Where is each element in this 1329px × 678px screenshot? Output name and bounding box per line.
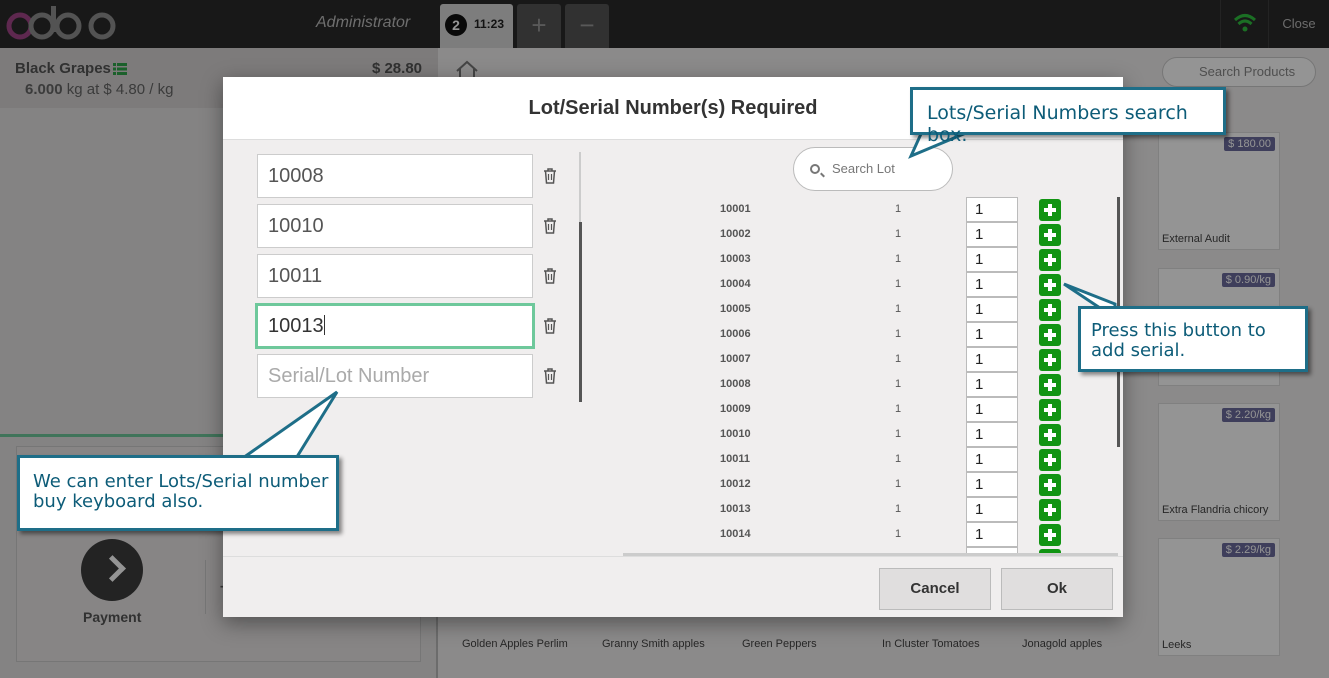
trash-icon[interactable] (543, 168, 557, 184)
lot-row: 10014 1 1 (623, 522, 1123, 547)
cancel-button[interactable]: Cancel (879, 568, 991, 610)
lot-row: 10011 1 1 (623, 447, 1123, 472)
lot-row: 10005 1 1 (623, 297, 1123, 322)
lot-qty-input[interactable]: 1 (966, 197, 1018, 222)
lot-name: 10002 (720, 228, 751, 240)
callout-text: add serial. (1091, 340, 1186, 361)
trash-icon[interactable] (543, 268, 557, 284)
add-lot-button[interactable] (1039, 324, 1061, 346)
add-lot-button[interactable] (1039, 449, 1061, 471)
lot-available-qty: 1 (895, 403, 902, 415)
lot-available-qty: 1 (895, 303, 902, 315)
lot-name: 10009 (720, 403, 751, 415)
lot-row: 10010 1 1 (623, 422, 1123, 447)
lot-qty-input[interactable]: 1 (966, 322, 1018, 347)
text-cursor (323, 315, 325, 335)
lot-name: 10014 (720, 528, 751, 540)
lot-name: 10011 (720, 453, 750, 465)
lot-name: 10006 (720, 328, 751, 340)
lot-available-qty: 1 (895, 378, 902, 390)
lot-name: 10001 (720, 203, 751, 215)
callout-add-button: Press this button to add serial. (1078, 306, 1308, 372)
search-lot-placeholder: Search Lot (832, 161, 895, 176)
lot-name: 10010 (720, 428, 751, 440)
add-lot-button[interactable] (1039, 299, 1061, 321)
lot-qty-input[interactable]: 1 (966, 272, 1018, 297)
lot-available-qty: 1 (895, 278, 902, 290)
add-lot-button[interactable] (1039, 474, 1061, 496)
lot-qty-input[interactable]: 1 (966, 222, 1018, 247)
lot-entry-input[interactable]: 10011 (257, 254, 533, 298)
lot-entry-value: 10013 (268, 315, 324, 337)
callout-search-box: Lots/Serial Numbers search box. (910, 87, 1226, 146)
trash-icon[interactable] (543, 368, 557, 384)
add-lot-button[interactable] (1039, 524, 1061, 546)
lot-qty-input[interactable]: 1 (966, 372, 1018, 397)
lot-name: 10007 (720, 353, 751, 365)
lot-row: 10006 1 1 (623, 322, 1123, 347)
lot-row: 10002 1 1 (623, 222, 1123, 247)
lot-available-qty: 1 (895, 478, 902, 490)
lot-qty-input[interactable]: 1 (966, 397, 1018, 422)
lot-available-qty: 1 (895, 253, 902, 265)
dialog-footer: Cancel Ok (223, 556, 1123, 617)
lot-entry-input-active[interactable]: 10013 (255, 303, 535, 349)
callout-text: Press this button to (1091, 320, 1266, 341)
add-lot-button[interactable] (1039, 349, 1061, 371)
lot-name: 10012 (720, 478, 751, 490)
lot-available-qty: 1 (895, 453, 902, 465)
lot-available-qty: 1 (895, 328, 902, 340)
lot-name: 10013 (720, 503, 751, 515)
lot-available-qty: 1 (895, 228, 902, 240)
add-lot-button[interactable] (1039, 374, 1061, 396)
lot-qty-input[interactable]: 1 (966, 297, 1018, 322)
lot-available-qty: 1 (895, 528, 902, 540)
lot-qty-input[interactable]: 1 (966, 422, 1018, 447)
search-icon (810, 164, 820, 174)
add-lot-button[interactable] (1039, 249, 1061, 271)
callout-text: buy keyboard also. (33, 491, 204, 512)
lot-row: 10004 1 1 (623, 272, 1123, 297)
lot-available-qty: 1 (895, 428, 902, 440)
lot-row: 10001 1 1 (623, 197, 1123, 222)
lot-row: 10003 1 1 (623, 247, 1123, 272)
callout-keyboard: We can enter Lots/Serial number buy keyb… (17, 455, 339, 531)
lot-qty-input[interactable]: 1 (966, 472, 1018, 497)
lot-name: 10005 (720, 303, 751, 315)
callout-text: We can enter Lots/Serial number (33, 471, 329, 492)
lot-list: 10001 1 1 10002 1 1 10003 1 1 10004 1 1 10005 1 1 10006… (623, 197, 1123, 553)
lot-name: 10003 (720, 253, 751, 265)
lot-qty-input[interactable]: 1 (966, 247, 1018, 272)
lot-row: 10007 1 1 (623, 347, 1123, 372)
lot-available-qty: 1 (895, 203, 902, 215)
lot-entry-input[interactable]: 10008 (257, 154, 533, 198)
add-lot-button[interactable] (1039, 424, 1061, 446)
scrollbar-thumb[interactable] (579, 222, 582, 402)
lot-qty-input[interactable]: 1 (966, 522, 1018, 547)
lot-available-qty: 1 (895, 503, 902, 515)
add-lot-button[interactable] (1039, 274, 1061, 296)
add-lot-button[interactable] (1039, 399, 1061, 421)
add-lot-button[interactable] (1039, 199, 1061, 221)
lot-entry-input[interactable]: 10010 (257, 204, 533, 248)
lot-name: 10004 (720, 278, 751, 290)
lot-name: 10008 (720, 378, 751, 390)
lot-qty-input[interactable]: 1 (966, 347, 1018, 372)
lot-qty-input[interactable]: 1 (966, 497, 1018, 522)
lot-qty-input[interactable]: 1 (966, 447, 1018, 472)
lot-available-qty: 1 (895, 353, 902, 365)
lot-row: 10012 1 1 (623, 472, 1123, 497)
lot-row: 10009 1 1 (623, 397, 1123, 422)
ok-button[interactable]: Ok (1001, 568, 1113, 610)
lot-row: 10008 1 1 (623, 372, 1123, 397)
add-lot-button[interactable] (1039, 224, 1061, 246)
lot-row: 10013 1 1 (623, 497, 1123, 522)
trash-icon[interactable] (543, 218, 557, 234)
trash-icon[interactable] (543, 318, 557, 334)
add-lot-button[interactable] (1039, 499, 1061, 521)
callout-text: Lots/Serial Numbers search box. (927, 102, 1188, 146)
